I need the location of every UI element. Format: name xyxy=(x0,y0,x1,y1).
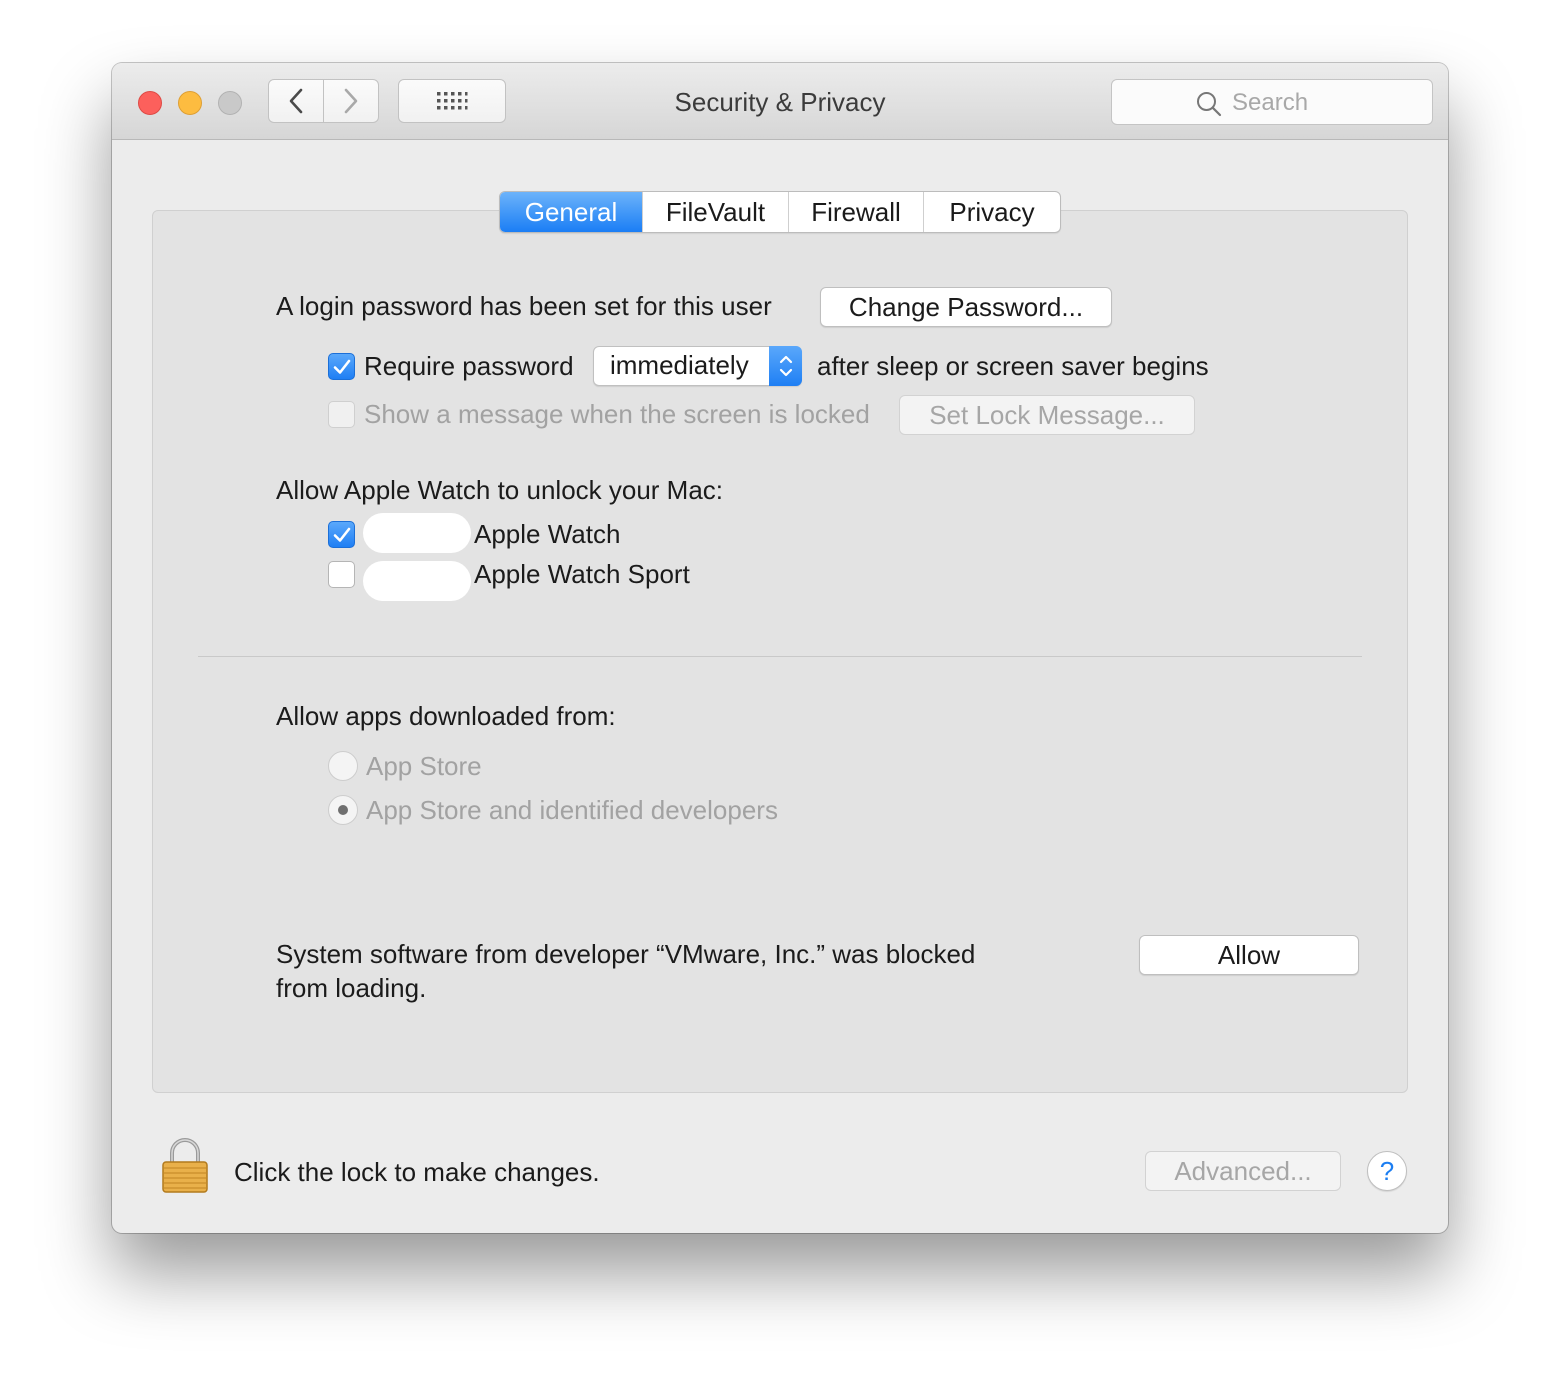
radio-selected-dot xyxy=(338,805,348,815)
search-icon xyxy=(1197,92,1222,117)
apple-watch-sport-checkbox[interactable] xyxy=(328,561,355,588)
lock-instruction-text: Click the lock to make changes. xyxy=(234,1157,600,1187)
show-lock-message-label: Show a message when the screen is locked xyxy=(364,399,870,429)
blocked-message-line1: System software from developer “VMware, … xyxy=(276,939,976,969)
set-lock-message-button[interactable]: Set Lock Message... xyxy=(899,395,1195,435)
app-store-label: App Store xyxy=(366,751,482,781)
tab-privacy[interactable]: Privacy xyxy=(924,192,1060,232)
checkmark-icon xyxy=(333,359,350,374)
lock-icon[interactable] xyxy=(160,1135,210,1200)
select-value: immediately xyxy=(610,350,749,380)
search-field[interactable] xyxy=(1111,79,1433,125)
identified-developers-label: App Store and identified developers xyxy=(366,795,778,825)
checkmark-icon xyxy=(333,527,350,542)
change-password-button[interactable]: Change Password... xyxy=(820,287,1112,327)
tab-bar: General FileVault Firewall Privacy xyxy=(499,191,1061,233)
apple-watch-label: Apple Watch xyxy=(474,519,621,549)
advanced-button[interactable]: Advanced... xyxy=(1145,1151,1341,1191)
require-password-suffix: after sleep or screen saver begins xyxy=(817,351,1209,381)
search-input[interactable] xyxy=(1230,88,1424,118)
help-button[interactable]: ? xyxy=(1367,1151,1407,1191)
app-store-radio[interactable] xyxy=(328,751,358,781)
security-privacy-window: Security & Privacy General FileVault Fir… xyxy=(112,63,1448,1233)
allow-apps-heading: Allow apps downloaded from: xyxy=(276,701,616,731)
tab-filevault[interactable]: FileVault xyxy=(643,192,789,232)
show-lock-message-checkbox[interactable] xyxy=(328,401,355,428)
require-password-label: Require password xyxy=(364,351,574,381)
allow-button[interactable]: Allow xyxy=(1139,935,1359,975)
apple-watch-checkbox[interactable] xyxy=(328,521,355,548)
login-password-text: A login password has been set for this u… xyxy=(276,291,772,321)
title-bar: Security & Privacy xyxy=(112,63,1448,140)
apple-watch-heading: Allow Apple Watch to unlock your Mac: xyxy=(276,475,724,505)
redacted-name xyxy=(363,513,471,553)
identified-developers-radio[interactable] xyxy=(328,795,358,825)
updown-arrows-icon xyxy=(769,346,802,386)
tab-general[interactable]: General xyxy=(500,192,643,232)
require-password-checkbox[interactable] xyxy=(328,353,355,380)
redacted-name xyxy=(363,561,471,601)
blocked-message-line2: from loading. xyxy=(276,973,427,1003)
apple-watch-sport-label: Apple Watch Sport xyxy=(474,559,690,589)
section-divider xyxy=(198,656,1362,657)
tab-firewall[interactable]: Firewall xyxy=(789,192,924,232)
require-password-delay-select[interactable]: immediately xyxy=(593,346,802,386)
